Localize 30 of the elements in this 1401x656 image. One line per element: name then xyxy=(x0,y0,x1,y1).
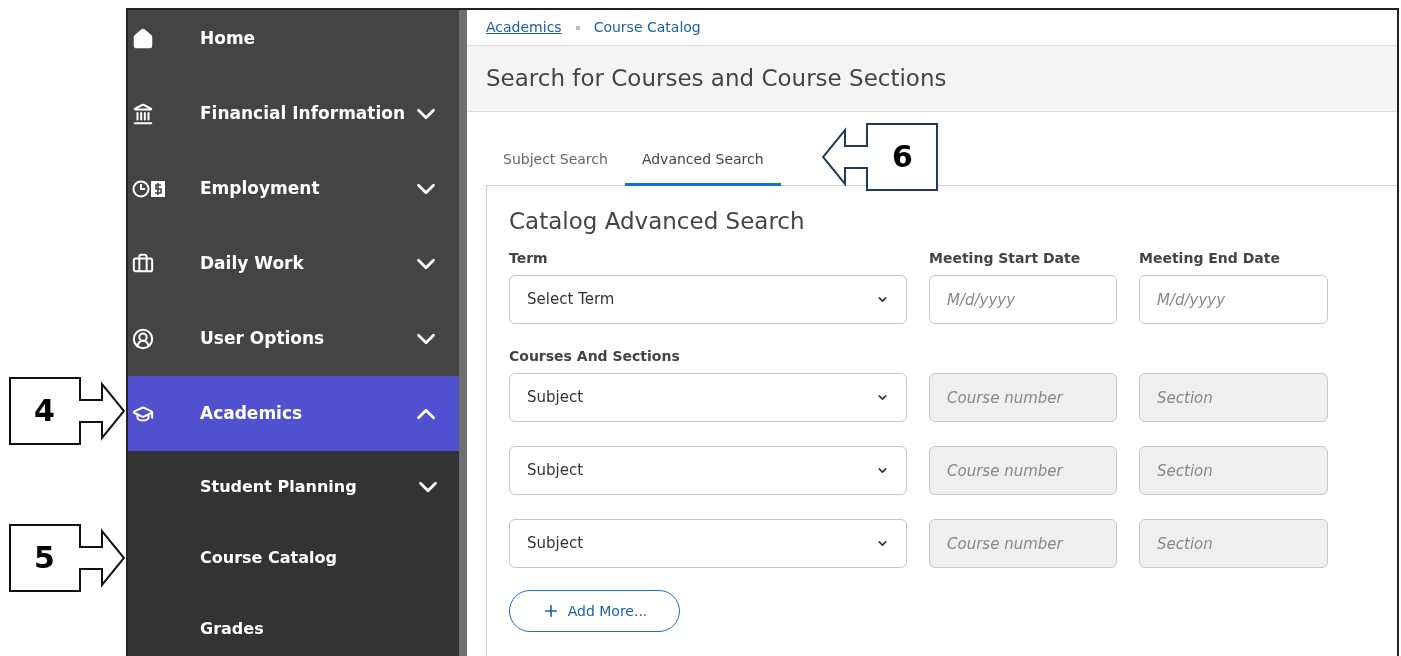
briefcase-icon xyxy=(132,252,154,275)
user-icon xyxy=(132,327,154,350)
callout-number: 4 xyxy=(34,392,55,430)
sidebar-subitem[interactable]: Student Planning xyxy=(128,451,459,522)
page-title: Search for Courses and Course Sections xyxy=(486,64,947,94)
field-label: Meeting End Date xyxy=(1139,250,1281,267)
select-dropdown[interactable]: Subject xyxy=(509,373,907,422)
input-field[interactable]: M/d/yyyy xyxy=(929,275,1117,324)
select-dropdown[interactable]: Subject xyxy=(509,519,907,568)
tab[interactable]: Advanced Search xyxy=(624,136,781,186)
field-label: Meeting Start Date xyxy=(929,250,1082,267)
clock-dollar-icon xyxy=(132,178,166,199)
form-title: Catalog Advanced Search xyxy=(509,207,806,236)
bank-icon xyxy=(132,102,154,125)
select-dropdown[interactable]: Select Term xyxy=(509,275,907,324)
section-label: Courses And Sections xyxy=(509,348,681,365)
sidebar-subitem[interactable]: Grades xyxy=(128,593,459,656)
input-field[interactable]: M/d/yyyy xyxy=(1139,275,1328,324)
select-dropdown[interactable]: Subject xyxy=(509,446,907,495)
breadcrumb-link[interactable]: Academics xyxy=(486,17,562,38)
breadcrumb-separator xyxy=(575,25,580,30)
sidebar-subitem[interactable]: Course Catalog xyxy=(128,522,459,593)
home-icon xyxy=(132,27,154,50)
field-label: Term xyxy=(509,250,549,267)
breadcrumb-link[interactable]: Course Catalog xyxy=(593,17,701,38)
sidebar-item[interactable]: Academics xyxy=(128,376,459,451)
callout-number: 5 xyxy=(34,539,55,577)
callout-number: 6 xyxy=(892,138,913,176)
scrollbar[interactable] xyxy=(459,10,467,656)
tab[interactable]: Subject Search xyxy=(486,136,625,186)
